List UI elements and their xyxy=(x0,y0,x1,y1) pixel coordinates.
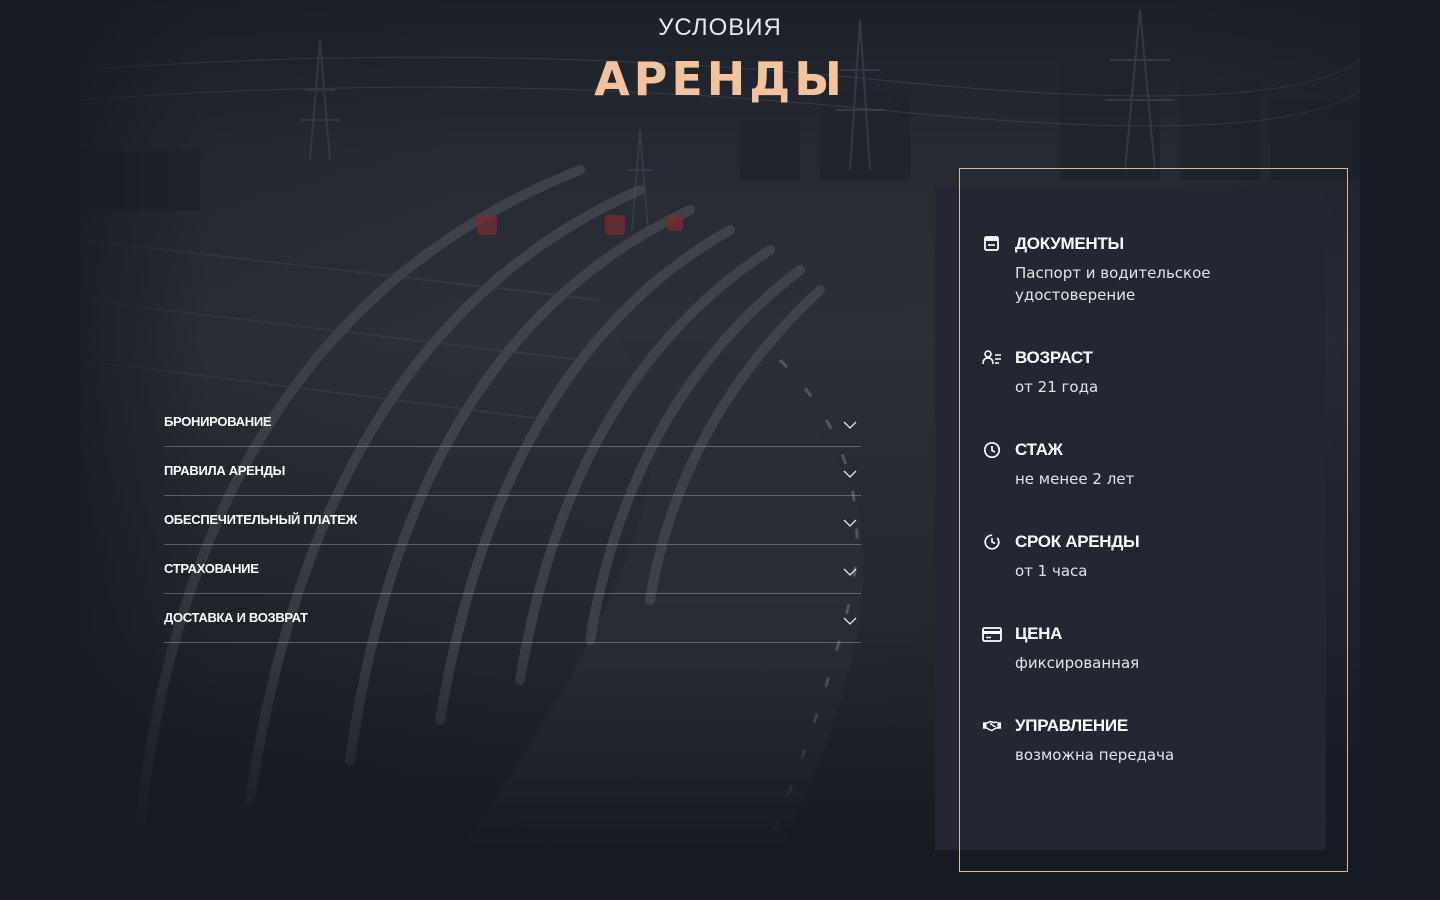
card-icon xyxy=(982,627,1002,642)
condition-title: СТАЖ xyxy=(1015,440,1063,459)
condition-documents: ДОКУМЕНТЫ Паспорт и водительское удостов… xyxy=(982,232,1312,306)
condition-title: ВОЗРАСТ xyxy=(1015,348,1093,367)
chevron-down-icon[interactable] xyxy=(843,567,857,577)
condition-text: от 21 года xyxy=(1015,378,1099,396)
condition-rental-term: СРОК АРЕНДЫ от 1 часа xyxy=(982,530,1312,582)
person-icon xyxy=(982,350,1001,365)
accordion-item-delivery[interactable]: ДОСТАВКА И ВОЗВРАТ xyxy=(164,594,861,643)
condition-title: УПРАВЛЕНИЕ xyxy=(1015,716,1128,735)
chevron-down-icon[interactable] xyxy=(843,420,857,430)
timer-icon xyxy=(984,534,1000,550)
condition-text: Паспорт и водительское удостоверение xyxy=(1015,264,1211,304)
accordion-item-booking[interactable]: БРОНИРОВАНИЕ xyxy=(164,398,861,447)
chevron-down-icon[interactable] xyxy=(843,469,857,479)
accordion-item-insurance[interactable]: СТРАХОВАНИЕ xyxy=(164,545,861,594)
condition-driving: УПРАВЛЕНИЕ возможна передача xyxy=(982,714,1312,766)
condition-title: ДОКУМЕНТЫ xyxy=(1015,234,1124,253)
accordion-item-label: СТРАХОВАНИЕ xyxy=(164,561,259,576)
page: УСЛОВИЯ АРЕНДЫ БРОНИРОВАНИЕ ПРАВИЛА АРЕН… xyxy=(0,0,1440,900)
condition-age: ВОЗРАСТ от 21 года xyxy=(982,346,1312,398)
conditions-list: ДОКУМЕНТЫ Паспорт и водительское удостов… xyxy=(982,232,1312,766)
condition-text: от 1 часа xyxy=(1015,562,1088,580)
accordion-item-deposit[interactable]: ОБЕСПЕЧИТЕЛЬНЫЙ ПЛАТЕЖ xyxy=(164,496,861,545)
condition-text: возможна передача xyxy=(1015,746,1175,764)
accordion-item-label: ДОСТАВКА И ВОЗВРАТ xyxy=(164,610,308,625)
section-subtitle: УСЛОВИЯ xyxy=(658,14,782,41)
chevron-down-icon[interactable] xyxy=(843,518,857,528)
document-icon xyxy=(984,236,999,251)
accordion-item-label: БРОНИРОВАНИЕ xyxy=(164,414,272,429)
condition-text: фиксированная xyxy=(1015,654,1140,672)
clock-icon xyxy=(983,441,1001,459)
accordion-item-rental-rules[interactable]: ПРАВИЛА АРЕНДЫ xyxy=(164,447,861,496)
condition-title: ЦЕНА xyxy=(1015,624,1063,643)
condition-text: не менее 2 лет xyxy=(1015,470,1135,488)
handshake-icon xyxy=(982,720,1002,732)
condition-experience: СТАЖ не менее 2 лет xyxy=(982,438,1312,490)
condition-title: СРОК АРЕНДЫ xyxy=(1015,532,1140,551)
rental-rules-accordion: БРОНИРОВАНИЕ ПРАВИЛА АРЕНДЫ ОБЕСПЕЧИТЕЛЬ… xyxy=(164,398,861,643)
accordion-item-label: ПРАВИЛА АРЕНДЫ xyxy=(164,463,286,478)
condition-price: ЦЕНА фиксированная xyxy=(982,622,1312,674)
accordion-item-label: ОБЕСПЕЧИТЕЛЬНЫЙ ПЛАТЕЖ xyxy=(164,512,358,527)
chevron-down-icon[interactable] xyxy=(843,616,857,626)
section-title: АРЕНДЫ xyxy=(594,52,846,106)
